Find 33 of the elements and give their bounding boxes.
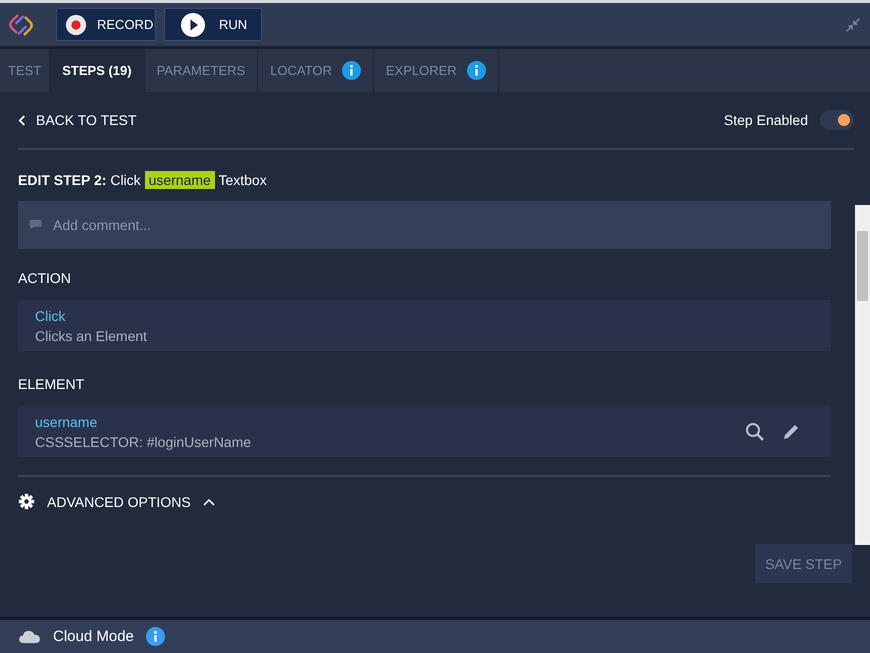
collapse-icon[interactable] — [844, 16, 862, 34]
tab[interactable]: PARAMETERS — [144, 49, 258, 92]
info-icon[interactable] — [146, 627, 165, 646]
tab[interactable]: STEPS (19) — [50, 49, 145, 92]
back-link[interactable]: BACK TO TEST — [18, 112, 136, 128]
chevron-left-icon — [18, 114, 27, 126]
section-heading: ACTION — [18, 270, 72, 288]
element-locator: CSSSELECTOR: #loginUserName — [35, 434, 252, 450]
action-description: Clicks an Element — [35, 328, 148, 344]
cloud-mode-label: Cloud Mode — [53, 628, 134, 645]
gear-icon — [18, 493, 35, 510]
run-button[interactable]: RUN — [164, 8, 262, 41]
caret-icon — [202, 498, 215, 506]
element-card[interactable]: username CSSSELECTOR: #loginUserName — [18, 406, 831, 457]
scrollbar[interactable] — [855, 205, 870, 545]
comment-icon — [28, 219, 43, 231]
record-button[interactable]: RECORD — [56, 8, 156, 41]
tab[interactable]: LOCATOR — [258, 49, 374, 92]
action-name: Click — [35, 308, 66, 324]
tab[interactable]: EXPLORER — [374, 49, 499, 92]
advanced-options-toggle[interactable]: ADVANCED OPTIONS — [18, 493, 215, 510]
record-icon — [65, 14, 87, 36]
toggle-switch[interactable] — [820, 110, 854, 130]
logo-icon — [8, 12, 34, 38]
toggle-label: Step Enabled — [724, 112, 808, 128]
section-heading: ELEMENT — [18, 376, 86, 394]
step-title: EDIT STEP 2: Click username Textbox — [18, 170, 268, 191]
cloud-icon — [18, 629, 41, 644]
comment-field[interactable]: Add comment... — [18, 201, 831, 249]
search-icon[interactable] — [745, 422, 765, 442]
element-name: username — [35, 414, 98, 430]
play-icon — [181, 12, 205, 36]
action-card[interactable]: Click Clicks an Element — [18, 300, 831, 351]
